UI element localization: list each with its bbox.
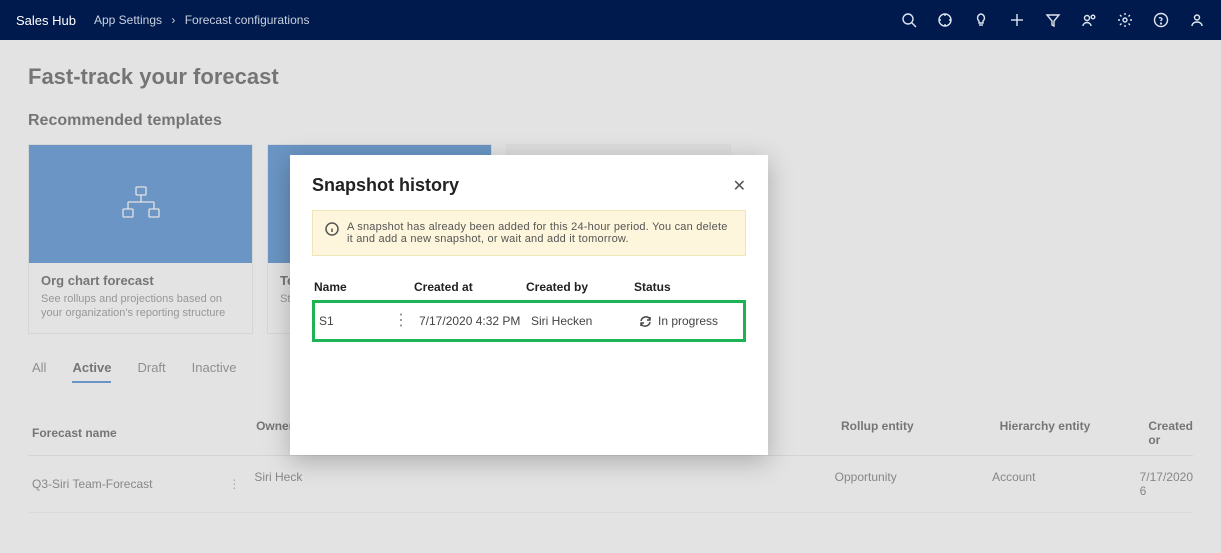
help-icon[interactable] (1153, 12, 1169, 28)
col-header-created-at: Created at (414, 280, 526, 294)
search-icon[interactable] (901, 12, 917, 28)
refresh-icon (639, 315, 652, 328)
cell-status: In progress (658, 314, 718, 328)
lightbulb-icon[interactable] (973, 12, 989, 28)
target-icon[interactable] (937, 12, 953, 28)
cell-created-at: 7/17/2020 4:32 PM (419, 314, 531, 328)
modal-title: Snapshot history (312, 175, 459, 196)
cell-snapshot-name: S1 (319, 314, 334, 328)
app-name[interactable]: Sales Hub (16, 13, 76, 28)
chevron-right-icon: › (171, 13, 175, 27)
cell-created-by: Siri Hecken (531, 314, 639, 328)
breadcrumb-item[interactable]: Forecast configurations (185, 13, 310, 27)
snapshot-row[interactable]: S1 ⋮ 7/17/2020 4:32 PM Siri Hecken In pr… (317, 305, 741, 337)
gear-icon[interactable] (1117, 12, 1133, 28)
info-icon (325, 222, 339, 236)
info-text: A snapshot has already been added for th… (347, 221, 733, 245)
filter-icon[interactable] (1045, 12, 1061, 28)
col-header-name: Name (314, 280, 414, 294)
info-banner: A snapshot has already been added for th… (312, 210, 746, 256)
people-icon[interactable] (1081, 12, 1097, 28)
breadcrumb: App Settings › Forecast configurations (94, 13, 309, 27)
col-header-created-by: Created by (526, 280, 634, 294)
highlighted-row: S1 ⋮ 7/17/2020 4:32 PM Siri Hecken In pr… (312, 300, 746, 342)
col-header-status: Status (634, 280, 744, 294)
top-nav: Sales Hub App Settings › Forecast config… (0, 0, 1221, 40)
snapshot-history-modal: Snapshot history ✕ A snapshot has alread… (290, 155, 768, 455)
breadcrumb-item[interactable]: App Settings (94, 13, 162, 27)
person-icon[interactable] (1189, 12, 1205, 28)
top-icons (901, 12, 1205, 28)
plus-icon[interactable] (1009, 12, 1025, 28)
row-menu-icon[interactable]: ⋮ (393, 313, 409, 329)
close-icon[interactable]: ✕ (733, 176, 746, 196)
snapshot-table-header: Name Created at Created by Status (312, 274, 746, 300)
